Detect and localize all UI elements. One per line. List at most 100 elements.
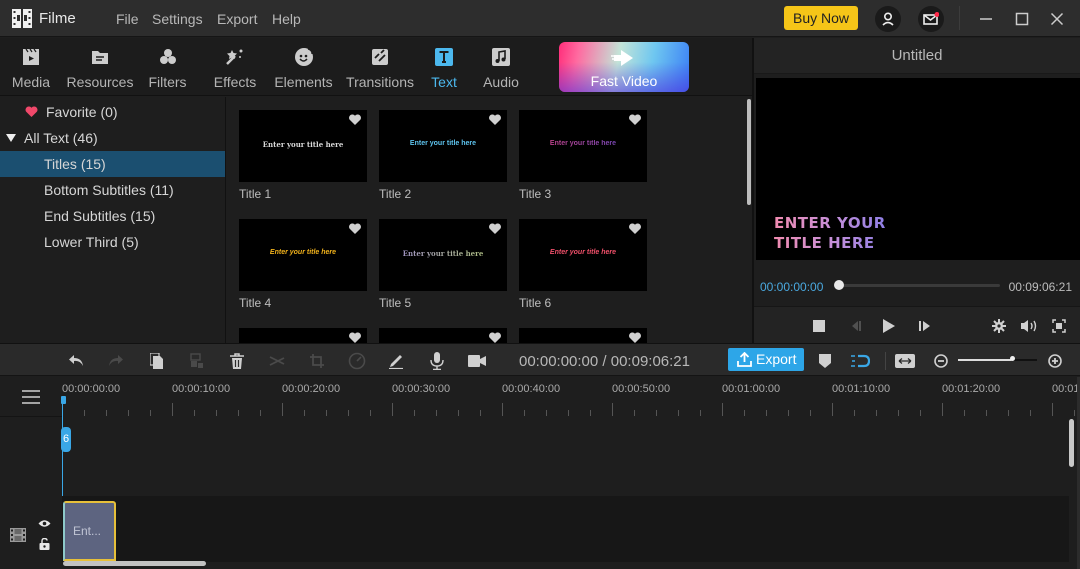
- close-button[interactable]: [1046, 8, 1068, 30]
- template-grid-scrollbar[interactable]: [747, 99, 751, 205]
- record-voice-button[interactable]: [428, 352, 446, 370]
- template-thumbnail[interactable]: Enter your title here: [379, 110, 507, 182]
- timeline-clip[interactable]: Ent...: [63, 501, 116, 561]
- fullscreen-button[interactable]: [1051, 318, 1067, 334]
- paste-button[interactable]: [188, 352, 206, 370]
- template-card[interactable]: Enter your title here Title 5: [379, 219, 507, 310]
- undo-button[interactable]: [67, 352, 85, 370]
- magic-wand-icon: [225, 47, 245, 67]
- stop-button[interactable]: [811, 318, 827, 334]
- mail-icon: [923, 12, 939, 25]
- template-card[interactable]: Enter your title here Title 6: [519, 219, 647, 310]
- sidebar-item-lower-third[interactable]: Lower Third (5): [0, 229, 225, 255]
- menu-help[interactable]: Help: [272, 11, 301, 27]
- template-card[interactable]: Enter your title here Title 1: [239, 110, 367, 201]
- playhead-handle[interactable]: 6: [61, 427, 71, 452]
- caret-down-icon[interactable]: [6, 134, 16, 142]
- template-card[interactable]: [239, 328, 367, 343]
- tool-filters[interactable]: Filters: [148, 38, 187, 96]
- playback-progress-track[interactable]: [840, 284, 1000, 287]
- tool-label: Transitions: [346, 74, 414, 90]
- record-screen-button[interactable]: [468, 352, 486, 370]
- tool-elements[interactable]: Elements: [274, 38, 333, 96]
- sidebar-item-all-text[interactable]: All Text (46): [0, 125, 225, 151]
- redo-button[interactable]: [107, 352, 125, 370]
- favorite-heart-icon[interactable]: [348, 332, 362, 343]
- menu-export[interactable]: Export: [217, 11, 257, 27]
- volume-button[interactable]: [1020, 318, 1040, 334]
- template-card[interactable]: Enter your title here Title 2: [379, 110, 507, 201]
- tool-media[interactable]: Media: [11, 38, 51, 96]
- menu-file[interactable]: File: [116, 11, 139, 27]
- minimize-button[interactable]: [975, 8, 997, 30]
- template-thumbnail[interactable]: Enter your title here: [519, 110, 647, 182]
- template-thumbnail[interactable]: [519, 328, 647, 343]
- tool-audio[interactable]: Audio: [483, 38, 519, 96]
- template-card[interactable]: Enter your title here Title 4: [239, 219, 367, 310]
- favorite-heart-icon[interactable]: [628, 114, 642, 126]
- favorite-heart-icon[interactable]: [488, 114, 502, 126]
- timeline-zoom-slider[interactable]: [958, 359, 1037, 361]
- buy-now-button[interactable]: Buy Now: [784, 6, 858, 30]
- template-thumbnail[interactable]: Enter your title here: [379, 219, 507, 291]
- menu-settings[interactable]: Settings: [152, 11, 203, 27]
- split-button[interactable]: [268, 352, 286, 370]
- playhead-marker[interactable]: [61, 396, 66, 404]
- template-thumbnail[interactable]: Enter your title here: [519, 219, 647, 291]
- speed-button[interactable]: [348, 352, 366, 370]
- eye-icon[interactable]: [38, 519, 51, 528]
- current-time: 00:00:00:00: [760, 280, 824, 294]
- previous-frame-button[interactable]: [847, 318, 863, 334]
- export-button[interactable]: Export: [728, 348, 804, 371]
- copy-button[interactable]: [148, 352, 166, 370]
- timeline-panel: 00:00:00:00 00:00:10:00 00:00:20:00 00:00:3…: [0, 377, 1080, 569]
- favorite-heart-icon[interactable]: [628, 223, 642, 235]
- favorite-heart-icon[interactable]: [488, 332, 502, 343]
- timeline-ruler[interactable]: 00:00:00:00 00:00:10:00 00:00:20:00 00:00:3…: [62, 377, 1080, 417]
- playback-controls: [754, 306, 1080, 343]
- template-thumbnail[interactable]: [379, 328, 507, 343]
- template-card[interactable]: [379, 328, 507, 343]
- unlock-icon[interactable]: [39, 538, 50, 550]
- track-menu-button[interactable]: [0, 377, 62, 417]
- tool-text[interactable]: Text: [430, 38, 458, 96]
- marker-button[interactable]: [816, 352, 834, 370]
- account-button[interactable]: [875, 6, 901, 32]
- tool-resources[interactable]: Resources: [67, 38, 133, 96]
- template-thumbnail[interactable]: Enter your title here: [239, 110, 367, 182]
- sidebar-item-titles[interactable]: Titles (15): [0, 151, 225, 177]
- favorite-heart-icon[interactable]: [348, 114, 362, 126]
- template-card[interactable]: Enter your title here Title 3: [519, 110, 647, 201]
- fast-video-button[interactable]: Fast Video: [559, 42, 689, 92]
- tool-effects[interactable]: Effects: [214, 38, 256, 96]
- zoom-in-button[interactable]: [1046, 352, 1064, 370]
- next-frame-button[interactable]: [917, 318, 933, 334]
- total-duration: 00:09:06:21: [1008, 280, 1072, 294]
- favorite-heart-icon[interactable]: [348, 223, 362, 235]
- timeline-horizontal-scrollbar[interactable]: [63, 561, 206, 566]
- template-thumbnail[interactable]: Enter your title here: [239, 219, 367, 291]
- mail-button[interactable]: [918, 6, 944, 32]
- timeline-zoom-handle[interactable]: [1010, 356, 1015, 361]
- sidebar-item-bottom-subtitles[interactable]: Bottom Subtitles (11): [0, 177, 225, 203]
- delete-button[interactable]: [228, 352, 246, 370]
- playback-progress-handle[interactable]: [834, 280, 844, 290]
- settings-button[interactable]: [991, 318, 1007, 334]
- timeline-vertical-scrollbar[interactable]: [1069, 419, 1074, 467]
- snap-magnet-button[interactable]: [850, 352, 870, 370]
- favorite-heart-icon[interactable]: [488, 223, 502, 235]
- favorite-heart-icon[interactable]: [628, 332, 642, 343]
- sidebar-item-end-subtitles[interactable]: End Subtitles (15): [0, 203, 225, 229]
- video-track[interactable]: [62, 496, 1069, 562]
- crop-button[interactable]: [308, 352, 326, 370]
- maximize-button[interactable]: [1011, 8, 1033, 30]
- sidebar-item-favorite[interactable]: Favorite (0): [0, 99, 225, 125]
- edit-button[interactable]: [387, 352, 405, 370]
- play-button[interactable]: [881, 318, 897, 334]
- ruler-tick: [722, 403, 723, 416]
- zoom-out-button[interactable]: [932, 352, 950, 370]
- template-card[interactable]: [519, 328, 647, 343]
- template-thumbnail[interactable]: [239, 328, 367, 343]
- fit-timeline-button[interactable]: [895, 352, 915, 370]
- tool-transitions[interactable]: Transitions: [346, 38, 414, 96]
